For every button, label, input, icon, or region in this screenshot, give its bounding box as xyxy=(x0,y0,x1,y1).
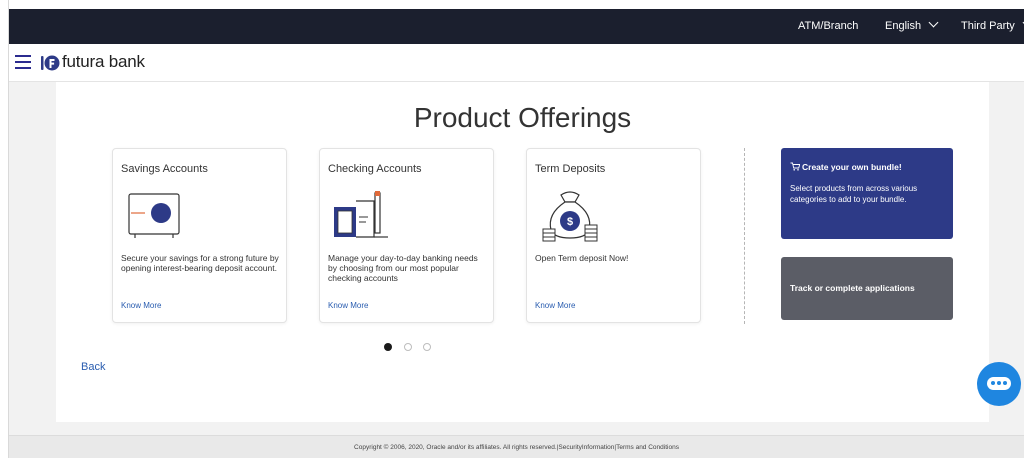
know-more-link[interactable]: Know More xyxy=(535,301,575,310)
section-divider xyxy=(744,148,745,324)
card-title: Savings Accounts xyxy=(121,163,208,175)
product-card-term-deposits[interactable]: Term Deposits $ Open Term deposit Now! K… xyxy=(526,148,701,323)
card-title: Checking Accounts xyxy=(328,163,422,175)
app-header: futura bank xyxy=(9,44,1024,82)
bundle-title-text: Create your own bundle! xyxy=(802,162,902,172)
know-more-link[interactable]: Know More xyxy=(121,301,161,310)
card-title: Term Deposits xyxy=(535,163,606,175)
card-description: Manage your day-to-day banking needs by … xyxy=(328,253,478,283)
chat-dots-icon xyxy=(987,377,1011,390)
cart-icon xyxy=(790,162,801,171)
futura-logo-icon xyxy=(41,55,60,71)
back-link[interactable]: Back xyxy=(81,361,105,373)
top-bar: ATM/Branch English Third Party xyxy=(9,9,1024,44)
app-window: ATM/Branch English Third Party futura ba… xyxy=(0,0,1024,458)
track-applications-card[interactable]: Track or complete applications xyxy=(781,257,953,320)
language-selector[interactable]: English xyxy=(885,9,939,44)
chevron-down-icon xyxy=(928,17,939,28)
chat-bot-icon[interactable] xyxy=(977,362,1021,406)
window-edge xyxy=(0,0,9,458)
card-description: Secure your savings for a strong future … xyxy=(121,253,279,273)
checkbook-icon xyxy=(334,191,388,238)
third-party-menu[interactable]: Third Party xyxy=(961,9,1024,44)
page-title: Product Offerings xyxy=(413,102,632,133)
card-description: Open Term deposit Now! xyxy=(535,253,629,263)
svg-text:$: $ xyxy=(567,216,573,228)
money-bag-icon: $ xyxy=(542,191,598,242)
copyright-text: Copyright © 2006, 2020, Oracle and/or it… xyxy=(354,444,679,451)
brand-name: futura bank xyxy=(62,52,145,71)
product-card-checking[interactable]: Checking Accounts Manage your day-to-day… xyxy=(319,148,494,323)
footer: Copyright © 2006, 2020, Oracle and/or it… xyxy=(9,435,1024,458)
track-title: Track or complete applications xyxy=(790,283,915,293)
third-party-label: Third Party xyxy=(961,20,1015,32)
carousel-dot-3[interactable] xyxy=(423,343,431,351)
hamburger-menu-icon[interactable] xyxy=(15,55,31,69)
product-card-savings[interactable]: Savings Accounts Secure your savings for… xyxy=(112,148,287,323)
create-bundle-card[interactable]: Create your own bundle! Select products … xyxy=(781,148,953,239)
bundle-title: Create your own bundle! xyxy=(790,162,902,172)
bundle-description: Select products from across various cate… xyxy=(790,184,918,204)
carousel-dot-1[interactable] xyxy=(384,343,392,351)
know-more-link[interactable]: Know More xyxy=(328,301,368,310)
carousel-dot-2[interactable] xyxy=(404,343,412,351)
product-offerings-panel: Product Offerings Savings Accounts Secur… xyxy=(56,82,989,422)
language-label: English xyxy=(885,20,922,32)
safe-icon xyxy=(128,193,180,238)
atm-branch-link[interactable]: ATM/Branch xyxy=(798,9,858,44)
